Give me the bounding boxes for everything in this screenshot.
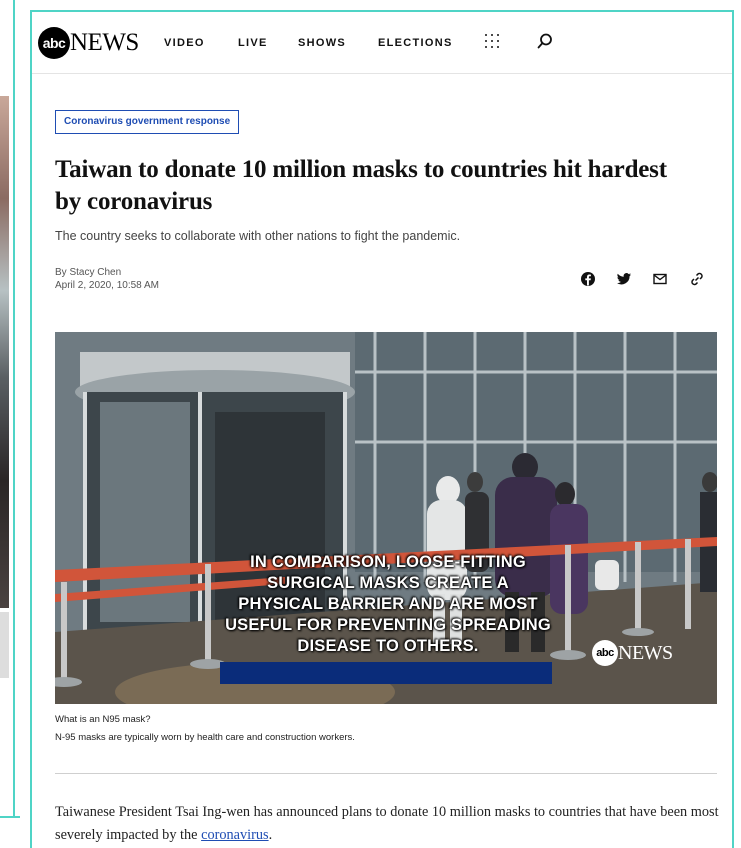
background-photo	[0, 96, 9, 608]
twitter-icon[interactable]	[616, 271, 632, 287]
video-caption: IN COMPARISON, LOOSE-FITTING SURGICAL MA…	[225, 553, 551, 655]
byline: By Stacy Chen April 2, 2020, 10:58 AM	[55, 266, 159, 292]
background-divider-foot	[0, 816, 20, 818]
facebook-icon[interactable]	[580, 271, 596, 287]
coronavirus-link[interactable]: coronavirus	[201, 827, 269, 843]
logo-wordmark: NEWS	[70, 29, 139, 56]
menu-grid-icon[interactable]	[484, 33, 500, 49]
caption-bar	[220, 662, 552, 684]
video-title[interactable]: What is an N95 mask?	[55, 714, 151, 725]
top-nav: abc NEWS VIDEO LIVE SHOWS ELECTIONS	[32, 12, 732, 74]
divider	[55, 773, 717, 774]
background-thumbnail	[0, 612, 9, 678]
video-player[interactable]: IN COMPARISON, LOOSE-FITTING SURGICAL MA…	[55, 332, 717, 704]
email-icon[interactable]	[652, 271, 668, 287]
video-watermark-logo: abc NEWS	[592, 640, 673, 666]
video-description: N-95 masks are typically worn by health …	[55, 732, 355, 743]
article-paragraph: Taiwanese President Tsai Ing-wen has ann…	[55, 801, 725, 847]
author[interactable]: By Stacy Chen	[55, 266, 159, 279]
paragraph-text: Taiwanese President Tsai Ing-wen has ann…	[55, 804, 719, 843]
abc-news-logo[interactable]: abc NEWS	[38, 27, 139, 59]
article-subhead: The country seeks to collaborate with ot…	[55, 229, 461, 243]
watermark-disc: abc	[592, 640, 618, 666]
nav-live[interactable]: LIVE	[238, 37, 268, 49]
topic-tag[interactable]: Coronavirus government response	[55, 110, 240, 134]
paragraph-end: .	[268, 827, 273, 843]
link-icon[interactable]	[689, 271, 705, 287]
nav-video[interactable]: VIDEO	[164, 37, 205, 49]
nav-elections[interactable]: ELECTIONS	[378, 37, 453, 49]
publish-date: April 2, 2020, 10:58 AM	[55, 280, 159, 291]
search-icon[interactable]	[537, 33, 553, 49]
watermark-wordmark: NEWS	[618, 641, 673, 664]
article-window: abc NEWS VIDEO LIVE SHOWS ELECTIONS Coro…	[30, 10, 734, 848]
logo-disc: abc	[38, 27, 70, 59]
article-headline: Taiwan to donate 10 million masks to cou…	[55, 156, 667, 215]
nav-shows[interactable]: SHOWS	[298, 37, 346, 49]
background-divider	[13, 0, 15, 818]
